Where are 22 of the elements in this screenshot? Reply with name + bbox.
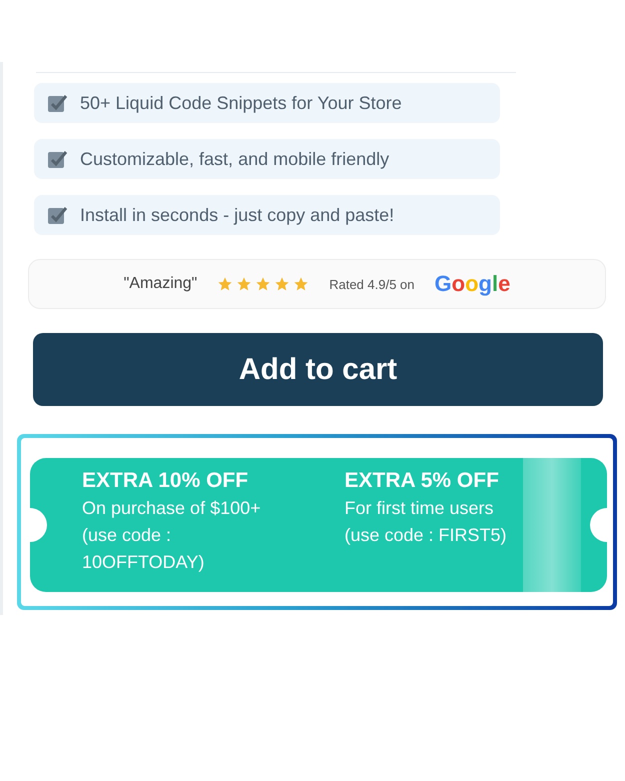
- offer-headline: EXTRA 5% OFF: [344, 468, 499, 494]
- feature-text: Install in seconds - just copy and paste!: [80, 204, 394, 226]
- add-to-cart-button[interactable]: Add to cart: [33, 333, 603, 406]
- checkbox-icon: [46, 148, 68, 170]
- offer-text: (use code : FIRST5): [344, 524, 507, 547]
- feature-text: Customizable, fast, and mobile friendly: [80, 148, 390, 170]
- star-icon: [217, 276, 234, 292]
- checkbox-icon: [46, 204, 68, 226]
- star-icon: [236, 276, 252, 292]
- feature-text: 50+ Liquid Code Snippets for Your Store: [80, 92, 402, 114]
- checkbox-icon: [46, 92, 68, 114]
- rating-text: Rated 4.9/5 on: [329, 276, 415, 292]
- star-icon: [293, 276, 310, 292]
- offer-text: On purchase of $100+: [82, 497, 261, 520]
- offer-headline: EXTRA 10% OFF: [82, 468, 248, 494]
- offer-text: 10OFFTODAY): [82, 551, 204, 574]
- brand-logo: Google: [434, 271, 510, 297]
- star-icon: [274, 276, 290, 292]
- offer-text: (use code :: [82, 524, 172, 547]
- offer-text: For first time users: [344, 497, 494, 520]
- review-quote: "Amazing": [124, 275, 198, 293]
- star-icon: [255, 276, 272, 292]
